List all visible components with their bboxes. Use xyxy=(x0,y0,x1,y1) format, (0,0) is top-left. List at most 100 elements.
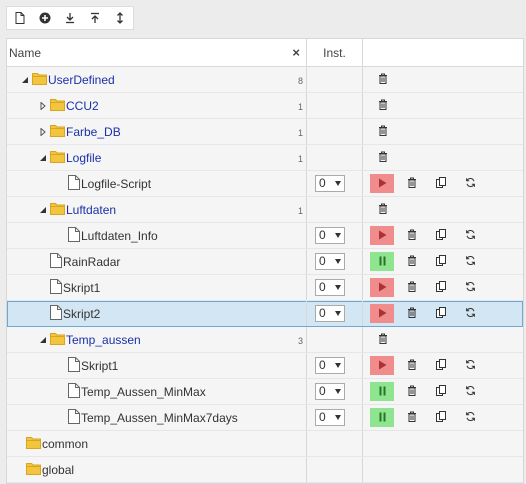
restart-script-button[interactable] xyxy=(458,304,482,323)
instance-select[interactable]: 0 xyxy=(315,279,345,296)
script-row[interactable]: RainRadar 0 xyxy=(7,249,523,275)
folder-row[interactable]: Luftdaten 1 xyxy=(7,197,523,223)
delete-script-button[interactable] xyxy=(400,252,424,271)
delete-folder-button[interactable] xyxy=(371,96,395,115)
instance-cell: 0 xyxy=(307,275,363,300)
delete-script-button[interactable] xyxy=(400,408,424,427)
folder-name[interactable]: global xyxy=(42,463,74,477)
trash-icon xyxy=(407,177,417,191)
script-row[interactable]: Skript1 0 xyxy=(7,275,523,301)
delete-folder-button[interactable] xyxy=(371,148,395,167)
folder-name[interactable]: CCU2 xyxy=(66,99,99,113)
sort-button[interactable] xyxy=(107,7,132,29)
delete-folder-button[interactable] xyxy=(371,330,395,349)
copy-script-button[interactable] xyxy=(429,382,453,401)
collapse-toggle[interactable] xyxy=(36,151,50,165)
copy-script-button[interactable] xyxy=(429,278,453,297)
start-script-button[interactable] xyxy=(370,356,394,375)
restart-script-button[interactable] xyxy=(458,356,482,375)
trash-icon xyxy=(378,203,388,217)
script-row[interactable]: Temp_Aussen_MinMax 0 xyxy=(7,379,523,405)
instance-select[interactable]: 0 xyxy=(315,357,345,374)
expand-toggle[interactable] xyxy=(36,125,50,139)
start-script-button[interactable] xyxy=(370,304,394,323)
folder-row[interactable]: Logfile 1 xyxy=(7,145,523,171)
copy-script-button[interactable] xyxy=(429,226,453,245)
delete-script-button[interactable] xyxy=(400,226,424,245)
restart-script-button[interactable] xyxy=(458,174,482,193)
start-script-button[interactable] xyxy=(370,226,394,245)
restart-script-button[interactable] xyxy=(458,278,482,297)
expand-toggle[interactable] xyxy=(36,99,50,113)
instance-select[interactable]: 0 xyxy=(315,409,345,426)
copy-script-button[interactable] xyxy=(429,356,453,375)
folder-row[interactable]: Farbe_DB 1 xyxy=(7,119,523,145)
folder-row[interactable]: Temp_aussen 3 xyxy=(7,327,523,353)
script-name[interactable]: RainRadar xyxy=(63,255,120,269)
restart-script-button[interactable] xyxy=(458,252,482,271)
instance-cell: 0 xyxy=(307,379,363,404)
delete-folder-button[interactable] xyxy=(371,70,395,89)
folder-row[interactable]: UserDefined 8 xyxy=(7,67,523,93)
folder-row[interactable]: CCU2 1 xyxy=(7,93,523,119)
script-name[interactable]: Luftdaten_Info xyxy=(81,229,158,243)
delete-script-button[interactable] xyxy=(400,382,424,401)
pause-script-button[interactable] xyxy=(370,382,394,401)
restart-script-button[interactable] xyxy=(458,382,482,401)
script-name[interactable]: Temp_Aussen_MinMax xyxy=(81,385,206,399)
delete-script-button[interactable] xyxy=(400,278,424,297)
export-button[interactable] xyxy=(82,7,107,29)
folder-name[interactable]: Temp_aussen xyxy=(66,333,141,347)
folder-row[interactable]: common xyxy=(7,431,523,457)
add-folder-button[interactable] xyxy=(32,7,57,29)
collapse-toggle[interactable] xyxy=(36,333,50,347)
instance-select[interactable]: 0 xyxy=(315,253,345,270)
delete-folder-button[interactable] xyxy=(371,200,395,219)
collapse-toggle[interactable] xyxy=(18,73,32,87)
delete-script-button[interactable] xyxy=(400,304,424,323)
script-row[interactable]: Skript1 0 xyxy=(7,353,523,379)
script-row[interactable]: Luftdaten_Info 0 xyxy=(7,223,523,249)
script-name[interactable]: Skript2 xyxy=(63,307,100,321)
new-script-button[interactable] xyxy=(7,7,32,29)
instance-select[interactable]: 0 xyxy=(315,227,345,244)
folder-name[interactable]: Luftdaten xyxy=(66,203,116,217)
copy-script-button[interactable] xyxy=(429,174,453,193)
restart-script-button[interactable] xyxy=(458,226,482,245)
folder-name[interactable]: Farbe_DB xyxy=(66,125,121,139)
collapse-toggle[interactable] xyxy=(36,203,50,217)
folder-name[interactable]: Logfile xyxy=(66,151,101,165)
script-file-icon xyxy=(68,382,80,401)
pause-script-button[interactable] xyxy=(370,252,394,271)
script-count-badge: 3 xyxy=(297,336,303,346)
instance-cell xyxy=(307,457,363,482)
script-name[interactable]: Skript1 xyxy=(63,281,100,295)
delete-script-button[interactable] xyxy=(400,174,424,193)
copy-script-button[interactable] xyxy=(429,252,453,271)
delete-script-button[interactable] xyxy=(400,356,424,375)
clear-filter-icon[interactable]: × xyxy=(292,45,300,60)
restart-icon xyxy=(465,385,476,399)
script-name[interactable]: Skript1 xyxy=(81,359,118,373)
start-script-button[interactable] xyxy=(370,174,394,193)
script-name[interactable]: Temp_Aussen_MinMax7days xyxy=(81,411,238,425)
import-button[interactable] xyxy=(57,7,82,29)
delete-folder-button[interactable] xyxy=(371,122,395,141)
instance-select[interactable]: 0 xyxy=(315,175,345,192)
script-name[interactable]: Logfile-Script xyxy=(81,177,151,191)
script-row[interactable]: Skript2 0 xyxy=(7,301,523,327)
dropdown-caret-icon xyxy=(335,285,341,290)
name-cell: CCU2 1 xyxy=(7,93,307,118)
start-script-button[interactable] xyxy=(370,278,394,297)
folder-name[interactable]: common xyxy=(42,437,88,451)
instance-select[interactable]: 0 xyxy=(315,383,345,400)
pause-script-button[interactable] xyxy=(370,408,394,427)
folder-row[interactable]: global xyxy=(7,457,523,483)
restart-script-button[interactable] xyxy=(458,408,482,427)
copy-script-button[interactable] xyxy=(429,408,453,427)
script-row[interactable]: Temp_Aussen_MinMax7days 0 xyxy=(7,405,523,431)
folder-name[interactable]: UserDefined xyxy=(48,73,115,87)
instance-select[interactable]: 0 xyxy=(315,305,345,322)
copy-script-button[interactable] xyxy=(429,304,453,323)
script-row[interactable]: Logfile-Script 0 xyxy=(7,171,523,197)
